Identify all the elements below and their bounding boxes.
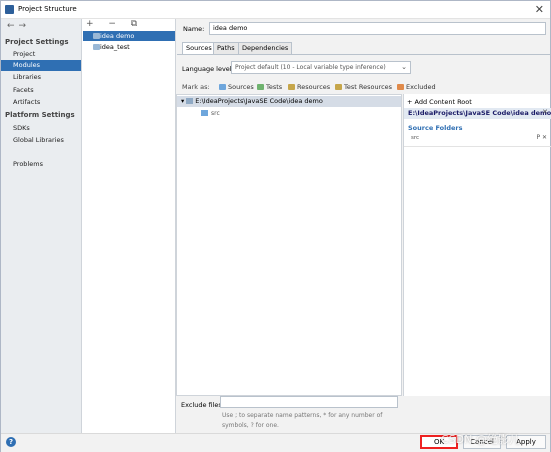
mark-tests-button[interactable]: Tests: [257, 83, 282, 91]
exclude-files-hint: Use ; to separate name patterns, * for a…: [222, 412, 383, 429]
module-list: + − ⧉ idea demo idea_test: [82, 19, 176, 433]
language-level-value: Project default (10 - Local variable typ…: [235, 64, 386, 71]
collapse-icon[interactable]: ▾: [181, 97, 184, 105]
nav-item-problems[interactable]: Problems: [1, 159, 81, 170]
chevron-down-icon: ⌄: [401, 63, 407, 71]
mark-excluded-label: Excluded: [406, 83, 436, 91]
nav-item-sdks[interactable]: SDKs: [1, 123, 81, 134]
language-level-select[interactable]: Project default (10 - Local variable typ…: [231, 61, 411, 74]
tree-src-label: src: [211, 110, 220, 117]
module-toolbar[interactable]: + − ⧉: [86, 19, 143, 29]
mark-resources-label: Resources: [297, 83, 331, 91]
content-root-panel: + Add Content Root E:\IdeaProjects\JavaS…: [403, 94, 551, 396]
content-root-path: E:\IdeaProjects\JavaSE Code\idea demo: [404, 108, 551, 119]
mark-sources-label: Sources: [228, 83, 254, 91]
project-settings-header: Project Settings: [5, 38, 69, 46]
test-resources-folder-icon: [335, 84, 342, 90]
mark-excluded-button[interactable]: Excluded: [397, 83, 436, 91]
source-folder-icon: [201, 110, 208, 116]
module-item-idea-demo[interactable]: idea demo: [83, 31, 175, 41]
app-icon: [5, 5, 14, 14]
module-label: idea demo: [100, 32, 135, 40]
nav-item-libraries[interactable]: Libraries: [1, 72, 81, 83]
name-field[interactable]: idea demo: [209, 22, 546, 35]
name-label: Name:: [183, 25, 205, 33]
project-structure-dialog: Project Structure ✕ ←→ Project Settings …: [0, 0, 551, 452]
exclude-files-label: Exclude files:: [181, 401, 225, 409]
title-bar: Project Structure ✕: [1, 1, 550, 19]
mark-resources-button[interactable]: Resources: [288, 83, 330, 91]
module-label: idea_test: [100, 43, 130, 51]
folder-icon: [186, 98, 194, 104]
nav-item-artifacts[interactable]: Artifacts: [1, 97, 81, 108]
source-tree: ▾ E:\IdeaProjects\JavaSE Code\idea demo s…: [176, 94, 402, 396]
platform-settings-header: Platform Settings: [5, 111, 75, 119]
tests-folder-icon: [257, 84, 264, 90]
module-item-idea-test[interactable]: idea_test: [83, 42, 175, 52]
back-forward-icons[interactable]: ←→: [7, 21, 30, 31]
tree-row-root[interactable]: ▾ E:\IdeaProjects\JavaSE Code\idea demo: [177, 96, 401, 107]
sources-folder-icon: [219, 84, 226, 90]
tab-divider: [177, 54, 550, 55]
excluded-folder-icon: [397, 84, 404, 90]
add-content-root-button[interactable]: + Add Content Root: [407, 98, 472, 106]
source-folders-label: Source Folders: [408, 124, 463, 132]
module-folder-icon: [93, 44, 100, 50]
mark-test-resources-button[interactable]: Test Resources: [335, 83, 392, 91]
nav-item-project[interactable]: Project: [1, 49, 81, 60]
window-title: Project Structure: [18, 5, 77, 13]
nav-item-global-libraries[interactable]: Global Libraries: [1, 135, 81, 146]
panel-divider: [404, 146, 551, 147]
watermark: CSDN @绝影儿: [441, 433, 520, 446]
tree-root-label: E:\IdeaProjects\JavaSE Code\idea demo: [195, 97, 323, 105]
source-folder-item: src: [411, 135, 420, 141]
exclude-files-input[interactable]: [220, 396, 398, 408]
close-icon[interactable]: ✕: [535, 3, 544, 16]
remove-content-root-icon[interactable]: ✕: [542, 108, 548, 116]
help-icon[interactable]: ?: [6, 437, 16, 447]
nav-item-modules[interactable]: Modules: [1, 60, 81, 71]
resources-folder-icon: [288, 84, 295, 90]
tree-row-src[interactable]: src: [201, 108, 220, 119]
source-folder-actions[interactable]: P ✕: [536, 134, 547, 141]
mark-sources-button[interactable]: Sources: [219, 83, 254, 91]
module-folder-icon: [93, 33, 100, 39]
mark-tests-label: Tests: [266, 83, 283, 91]
nav-item-facets[interactable]: Facets: [1, 85, 81, 96]
language-level-label: Language level:: [182, 65, 234, 73]
mark-as-label: Mark as:: [182, 83, 210, 91]
mark-test-resources-label: Test Resources: [344, 83, 393, 91]
settings-nav: ←→ Project Settings Project Modules Libr…: [1, 19, 82, 433]
